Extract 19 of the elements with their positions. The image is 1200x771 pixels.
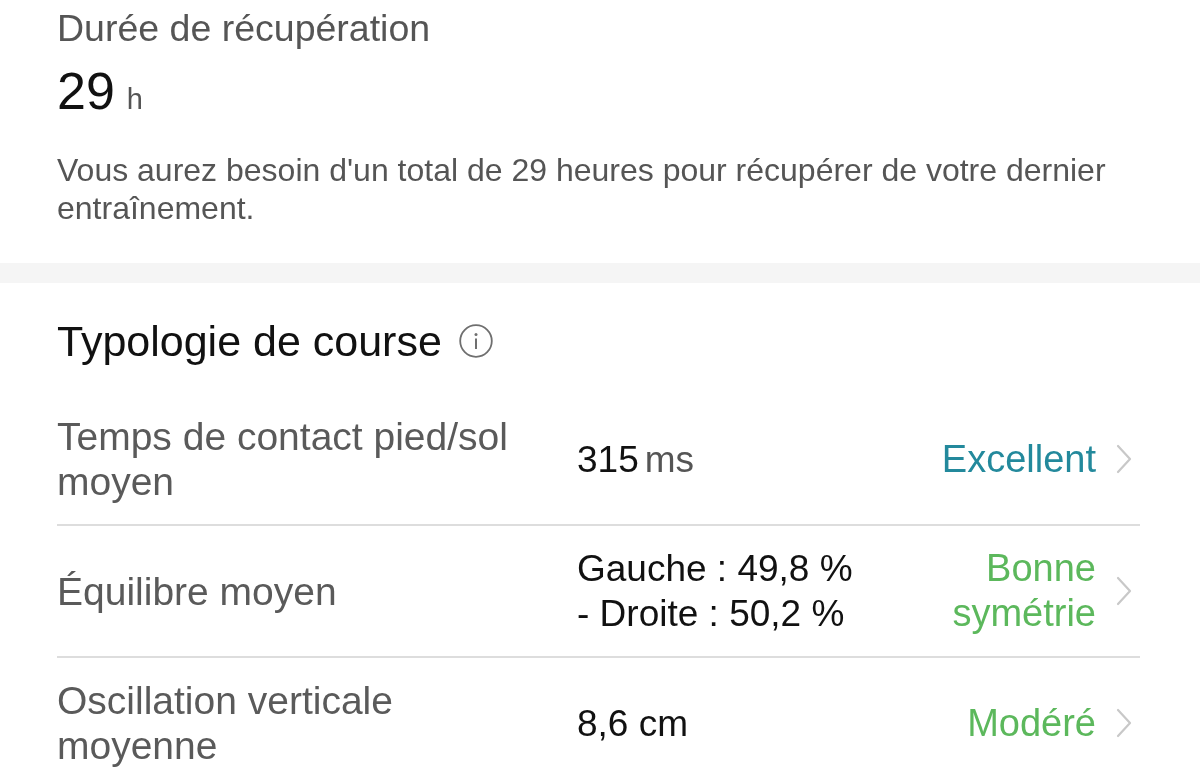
rating-link[interactable]: Modéré bbox=[967, 700, 1096, 746]
chevron-right-icon[interactable] bbox=[1116, 576, 1132, 606]
rating-link[interactable]: Bonne symétrie bbox=[896, 546, 1096, 636]
unit-label: h bbox=[126, 83, 143, 116]
metric-value: 8,6 cm bbox=[577, 701, 689, 746]
recovery-description: Vous aurez besoin d'un total de 29 heures pour récupérer de votre dernier entraînement. bbox=[57, 151, 1107, 227]
metric-label: Oscillation verticale moyenne bbox=[57, 678, 394, 768]
section-title: Durée de récupération bbox=[57, 7, 431, 49]
rating-link[interactable]: Excellent bbox=[941, 436, 1096, 482]
metric-value: 315 bbox=[577, 437, 639, 482]
metric-label: Équilibre moyen bbox=[57, 568, 338, 614]
metric-label: Temps de contact pied/sol moyen bbox=[57, 414, 509, 504]
section-title: Typologie de course bbox=[57, 317, 442, 365]
chevron-right-icon[interactable] bbox=[1116, 444, 1132, 474]
metric-value: Gauche : 49,8 % - Droite : 50,2 % bbox=[577, 547, 853, 636]
recovery-hours-value: 29 bbox=[57, 61, 115, 122]
chevron-right-icon[interactable] bbox=[1116, 708, 1132, 738]
info-icon[interactable] bbox=[458, 324, 493, 358]
unit-label: ms bbox=[644, 437, 695, 482]
